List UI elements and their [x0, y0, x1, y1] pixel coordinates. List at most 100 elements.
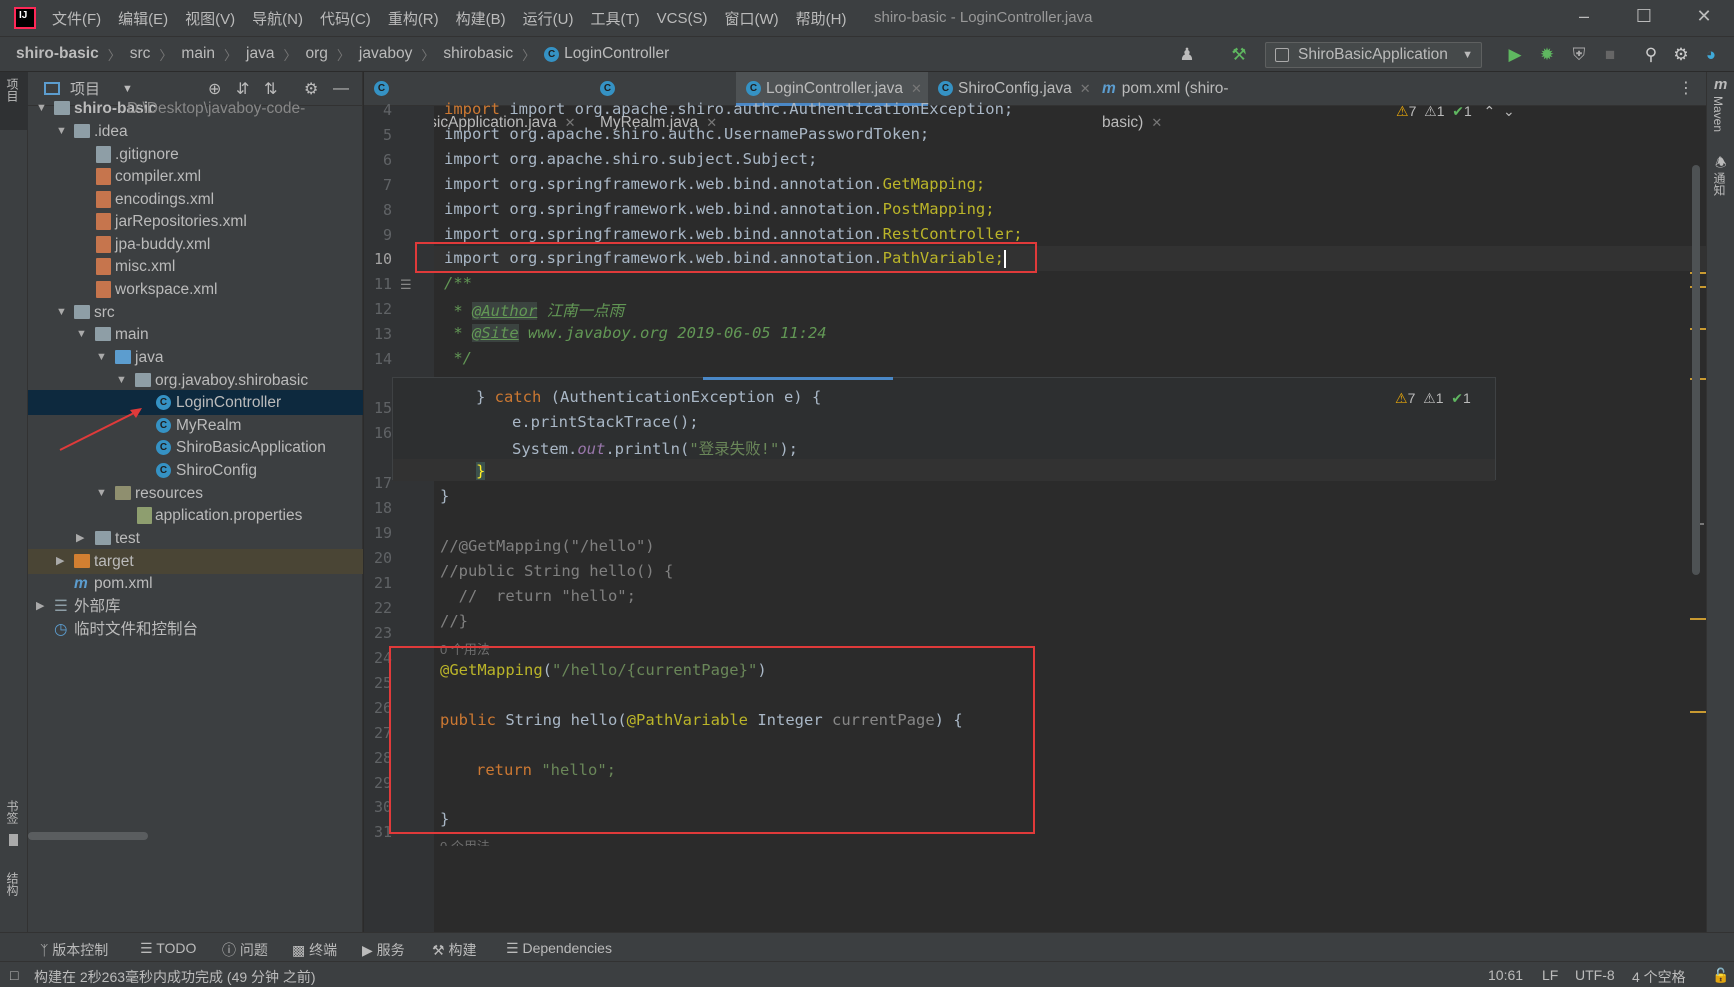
- code-line[interactable]: } catch (AuthenticationException e) {: [476, 388, 821, 406]
- tool-problems[interactable]: ⓘ 问题: [222, 940, 268, 960]
- inspection-widget[interactable]: ⚠7 ⚠1 ✔1 ⌃ ⌄: [1396, 103, 1515, 120]
- code-line[interactable]: * @Author 江南一点雨: [444, 299, 624, 321]
- code-line[interactable]: import org.springframework.web.bind.anno…: [444, 200, 995, 218]
- horizontal-scrollbar[interactable]: [28, 832, 148, 840]
- warning-marker[interactable]: [1690, 618, 1706, 620]
- tree-node-external-libraries[interactable]: ▶ ☰ 外部库: [28, 594, 363, 619]
- lock-icon[interactable]: 🔓: [1712, 967, 1729, 984]
- build-hammer-icon[interactable]: ⚒: [1228, 44, 1250, 66]
- user-icon[interactable]: ♟: [1176, 44, 1198, 66]
- structure-icon[interactable]: ☰: [400, 277, 412, 293]
- tree-node-java[interactable]: ▼ java: [28, 345, 363, 370]
- tree-node-shiro-config[interactable]: C ShiroConfig: [28, 458, 363, 483]
- menu-file[interactable]: 文件(F): [52, 8, 101, 29]
- menu-navigate[interactable]: 导航(N): [252, 8, 303, 29]
- close-icon[interactable]: ✕: [1080, 81, 1091, 96]
- menu-refactor[interactable]: 重构(R): [388, 8, 439, 29]
- tree-node-application-properties[interactable]: application.properties: [28, 503, 363, 528]
- breadcrumb-main[interactable]: main: [181, 45, 215, 63]
- tree-node-jar-repositories-xml[interactable]: jarRepositories.xml: [28, 209, 363, 234]
- status-panel-icon[interactable]: □: [10, 967, 18, 983]
- menu-edit[interactable]: 编辑(E): [118, 8, 168, 29]
- close-icon[interactable]: ✕: [1151, 115, 1162, 130]
- menu-tools[interactable]: 工具(T): [590, 8, 639, 29]
- code-line[interactable]: */: [444, 349, 472, 367]
- breadcrumb-shirobasic[interactable]: shirobasic: [443, 45, 513, 63]
- tree-node-compiler-xml[interactable]: compiler.xml: [28, 164, 363, 189]
- code-line[interactable]: import org.springframework.web.bind.anno…: [444, 175, 985, 193]
- run-icon[interactable]: ▶: [1504, 44, 1526, 66]
- tree-node-test[interactable]: ▶ test: [28, 526, 363, 551]
- indent-setting[interactable]: 4 个空格: [1632, 967, 1686, 987]
- chevron-down-icon[interactable]: ▼: [122, 83, 133, 95]
- jetbrains-toolbox-icon[interactable]: ◕: [1700, 44, 1722, 66]
- code-line-comment[interactable]: //}: [440, 612, 468, 630]
- file-encoding[interactable]: UTF-8: [1575, 967, 1615, 983]
- project-tool-tab[interactable]: 项目: [0, 72, 28, 130]
- tool-dependencies[interactable]: ☰ Dependencies: [506, 940, 612, 957]
- menu-help[interactable]: 帮助(H): [796, 8, 847, 29]
- caret-position[interactable]: 10:61: [1488, 967, 1523, 983]
- tree-node-main[interactable]: ▼ main: [28, 322, 363, 347]
- breadcrumb-java[interactable]: java: [246, 45, 274, 63]
- menu-run[interactable]: 运行(U): [523, 8, 574, 29]
- stop-icon[interactable]: ■: [1599, 44, 1621, 66]
- tool-services[interactable]: ▶ 服务: [362, 940, 405, 960]
- breadcrumb-src[interactable]: src: [130, 45, 151, 63]
- vertical-scrollbar[interactable]: [1692, 165, 1700, 575]
- tree-node-workspace-xml[interactable]: workspace.xml: [28, 277, 363, 302]
- code-line[interactable]: * @Site www.javaboy.org 2019-06-05 11:24: [444, 324, 827, 342]
- status-message[interactable]: 构建在 2秒263毫秒内成功完成 (49 分钟 之前): [34, 967, 316, 987]
- code-line[interactable]: e.printStackTrace();: [512, 413, 699, 431]
- usage-hint[interactable]: 0 个用法: [440, 836, 490, 846]
- code-line[interactable]: /**: [444, 274, 472, 292]
- close-icon[interactable]: ✕: [911, 81, 922, 96]
- menu-vcs[interactable]: VCS(S): [657, 10, 708, 27]
- tree-node-project-root[interactable]: ▼ shiro-basic D:\Desktop\javaboy-code-: [28, 96, 363, 121]
- chevron-down-icon[interactable]: ⌄: [1503, 103, 1515, 119]
- tab-pom-xml[interactable]: m pom.xml (shiro-basic) ✕: [1092, 72, 1288, 131]
- tree-node-scratches[interactable]: ◷ 临时文件和控制台: [28, 617, 363, 642]
- debug-icon[interactable]: ✹: [1536, 44, 1558, 66]
- notifications-tool-label[interactable]: 通知: [1711, 172, 1728, 196]
- code-line-comment[interactable]: // return "hello";: [440, 587, 636, 605]
- breadcrumb-javaboy[interactable]: javaboy: [359, 45, 412, 63]
- coverage-icon[interactable]: ⛨: [1568, 44, 1590, 66]
- menu-view[interactable]: 视图(V): [185, 8, 235, 29]
- run-configuration-select[interactable]: ShiroBasicApplication ▼: [1265, 42, 1482, 68]
- maximize-icon[interactable]: ☐: [1632, 6, 1656, 30]
- hide-icon[interactable]: —: [333, 80, 349, 98]
- code-line-comment[interactable]: //@GetMapping("/hello"): [440, 537, 655, 555]
- code-line[interactable]: import org.apache.shiro.authc.UsernamePa…: [444, 125, 929, 143]
- tree-node-pom-xml[interactable]: m pom.xml: [28, 571, 363, 596]
- code-line-brace-match[interactable]: }: [476, 462, 486, 480]
- menu-window[interactable]: 窗口(W): [724, 8, 778, 29]
- tool-build[interactable]: ⚒ 构建: [432, 940, 476, 960]
- settings-gear-icon[interactable]: ⚙: [1670, 44, 1692, 66]
- minimize-icon[interactable]: –: [1572, 6, 1596, 30]
- warning-marker[interactable]: [1690, 711, 1706, 713]
- maven-tool-label[interactable]: Maven: [1711, 96, 1725, 132]
- code-line[interactable]: import import org.apache.shiro.authc.Aut…: [444, 100, 1013, 118]
- search-icon[interactable]: ⚲: [1640, 44, 1662, 66]
- close-window-icon[interactable]: ✕: [1692, 6, 1716, 30]
- structure-tool-label[interactable]: 结构: [4, 872, 21, 896]
- code-line[interactable]: import org.apache.shiro.subject.Subject;: [444, 150, 817, 168]
- breadcrumb-class[interactable]: LoginController: [564, 45, 669, 63]
- chevron-up-icon[interactable]: ⌃: [1483, 103, 1495, 119]
- tool-terminal[interactable]: ▩ 终端: [292, 940, 337, 960]
- code-line[interactable]: System.out.println("登录失败!");: [512, 437, 798, 459]
- bookmarks-tool-label[interactable]: 书签: [4, 800, 21, 824]
- more-tabs-icon[interactable]: ⋮: [1678, 78, 1694, 98]
- menu-code[interactable]: 代码(C): [320, 8, 371, 29]
- code-line[interactable]: import org.springframework.web.bind.anno…: [444, 225, 1023, 243]
- tree-node-idea[interactable]: ▼ .idea: [28, 119, 363, 144]
- line-separator[interactable]: LF: [1542, 967, 1558, 983]
- code-line-comment[interactable]: //public String hello() {: [440, 562, 673, 580]
- tree-node-misc-xml[interactable]: misc.xml: [28, 254, 363, 279]
- tool-version-control[interactable]: ᛉ 版本控制: [40, 940, 108, 960]
- menu-build[interactable]: 构建(B): [456, 8, 506, 29]
- breadcrumb-project[interactable]: shiro-basic: [16, 45, 99, 63]
- code-line[interactable]: }: [440, 487, 449, 505]
- tool-todo[interactable]: ☰ TODO: [140, 940, 196, 957]
